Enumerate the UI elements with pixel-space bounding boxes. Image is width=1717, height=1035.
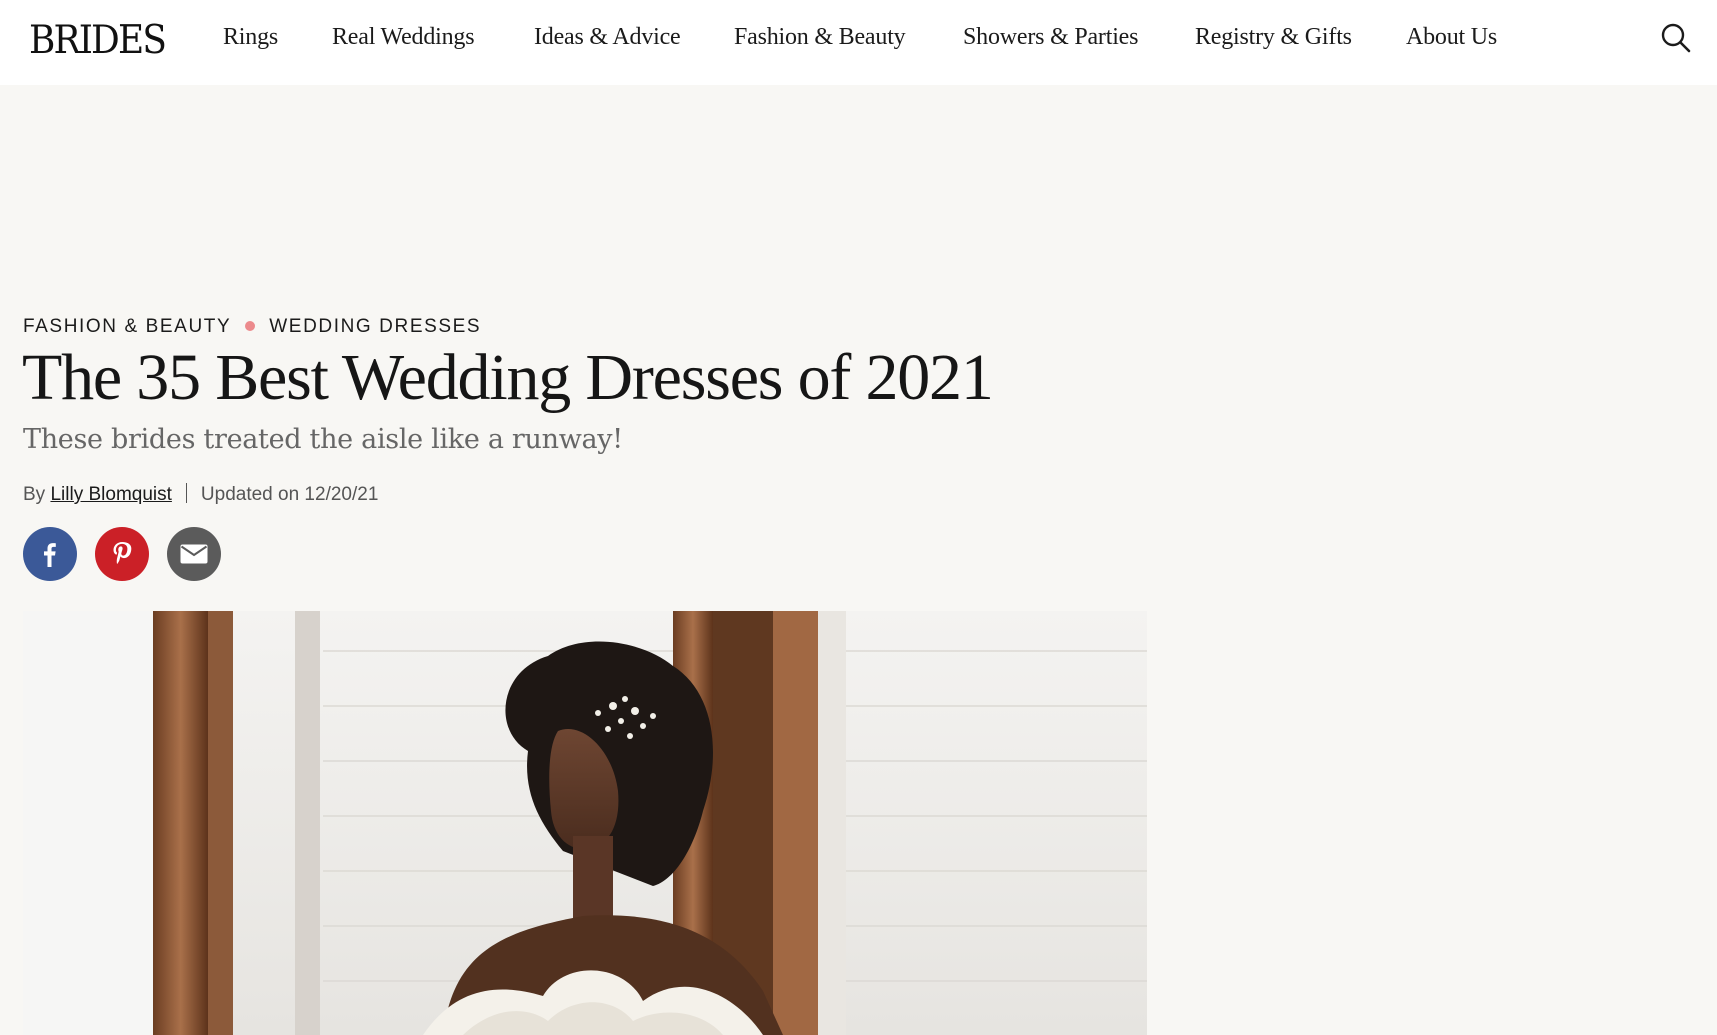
- article-title: The 35 Best Wedding Dresses of 2021: [22, 341, 994, 414]
- breadcrumb-wedding-dresses[interactable]: WEDDING DRESSES: [269, 316, 481, 337]
- updated-date: Updated on 12/20/21: [200, 484, 379, 505]
- share-email-button[interactable]: [167, 527, 221, 581]
- nav-item-rings[interactable]: Rings: [223, 24, 278, 51]
- email-icon: [180, 544, 208, 564]
- share-pinterest-button[interactable]: [95, 527, 149, 581]
- nav-item-fashion-beauty[interactable]: Fashion & Beauty: [734, 24, 906, 51]
- byline: By Lilly Blomquist Updated on 12/20/21: [23, 483, 378, 506]
- breadcrumb: FASHION & BEAUTY WEDDING DRESSES: [23, 316, 481, 338]
- search-icon: [1661, 23, 1691, 53]
- author-link[interactable]: Lilly Blomquist: [50, 484, 171, 505]
- hero-image: [23, 611, 1147, 1035]
- bride-photo: [23, 611, 1147, 1035]
- breadcrumb-fashion-beauty[interactable]: FASHION & BEAUTY: [23, 316, 231, 337]
- nav-item-about-us[interactable]: About Us: [1406, 24, 1497, 51]
- nav-item-ideas-advice[interactable]: Ideas & Advice: [534, 24, 681, 51]
- share-facebook-button[interactable]: [23, 527, 77, 581]
- nav-item-showers-parties[interactable]: Showers & Parties: [963, 24, 1138, 51]
- facebook-icon: [44, 543, 56, 567]
- search-button[interactable]: [1660, 22, 1692, 54]
- breadcrumb-separator-dot: [245, 320, 256, 331]
- nav-item-registry-gifts[interactable]: Registry & Gifts: [1195, 24, 1352, 51]
- byline-prefix: By: [23, 484, 46, 505]
- site-header: BRIDES Rings Real Weddings Ideas & Advic…: [0, 0, 1717, 85]
- article-subtitle: These brides treated the aisle like a ru…: [23, 424, 623, 455]
- pinterest-icon: [113, 542, 132, 564]
- byline-divider: [185, 483, 187, 503]
- nav-item-real-weddings[interactable]: Real Weddings: [332, 24, 475, 51]
- brides-logo[interactable]: BRIDES: [29, 18, 167, 63]
